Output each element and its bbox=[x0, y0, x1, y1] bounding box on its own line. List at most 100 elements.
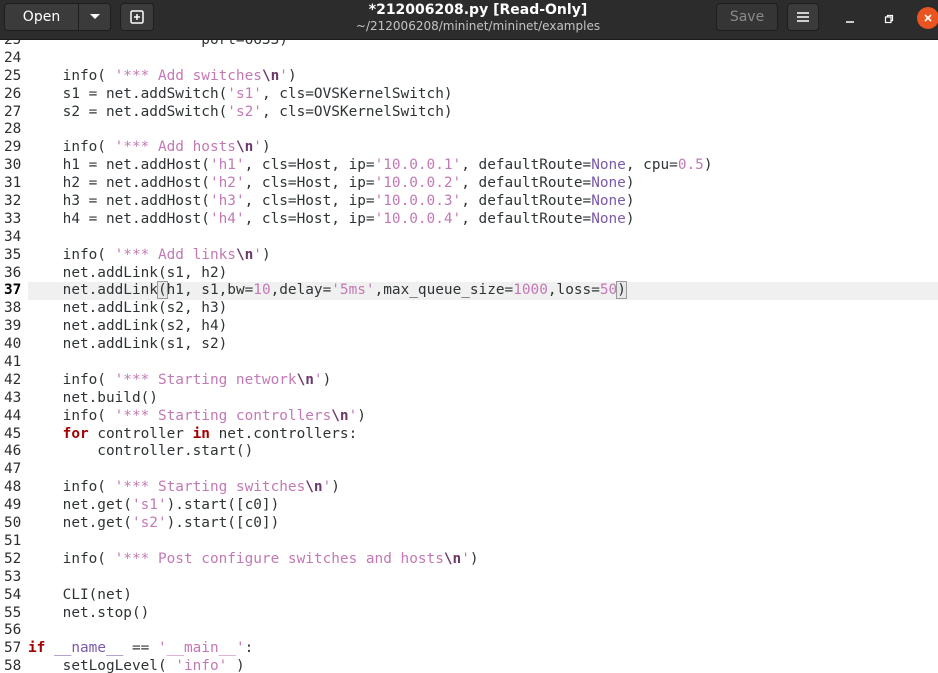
code-line[interactable]: s1 = net.addSwitch('s1', cls=OVSKernelSw… bbox=[28, 86, 938, 104]
code-token: ).start([c0]) bbox=[166, 515, 280, 532]
code-line[interactable]: net.get('s1').start([c0]) bbox=[28, 497, 938, 515]
line-number: 44 bbox=[4, 407, 22, 424]
code-line[interactable]: info( '*** Add links\n') bbox=[28, 247, 938, 265]
code-token: ' bbox=[348, 407, 358, 424]
line-number: 58 bbox=[4, 658, 22, 673]
code-line[interactable] bbox=[28, 461, 938, 479]
code-line[interactable]: net.stop() bbox=[28, 605, 938, 623]
new-tab-icon bbox=[130, 10, 144, 24]
code-line[interactable] bbox=[28, 50, 938, 68]
line-number: 30 bbox=[4, 157, 22, 174]
code-line[interactable]: info( '*** Post configure switches and h… bbox=[28, 551, 938, 569]
code-line[interactable]: net.addLink(s2, h4) bbox=[28, 318, 938, 336]
code-line[interactable]: h4 = net.addHost('h4', cls=Host, ip='10.… bbox=[28, 211, 938, 229]
code-token: '10.0.0.2' bbox=[374, 175, 462, 192]
chevron-down-icon bbox=[89, 14, 100, 19]
code-line[interactable]: controller.start() bbox=[28, 443, 938, 461]
code-token: in bbox=[192, 425, 210, 442]
code-token: h4 = net.addHost( bbox=[28, 210, 210, 227]
code-token: CLI(net) bbox=[28, 586, 132, 603]
code-token: if bbox=[28, 640, 46, 657]
code-token: h2 = net.addHost( bbox=[28, 175, 210, 192]
code-token: 'h2' bbox=[209, 175, 245, 192]
code-area[interactable]: port=6633) info( '*** Add switches\n') s… bbox=[28, 40, 938, 673]
code-token: , defaultRoute= bbox=[461, 175, 592, 192]
save-button[interactable]: Save bbox=[716, 3, 778, 31]
code-line[interactable]: net.addLink(s1, h2) bbox=[28, 265, 938, 283]
open-button-label: Open bbox=[22, 9, 61, 25]
code-token: s1 = net.addSwitch( bbox=[28, 85, 228, 102]
line-number: 35 bbox=[4, 246, 22, 263]
line-number: 34 bbox=[4, 228, 22, 245]
code-token: , cls=Host, ip= bbox=[244, 193, 375, 210]
code-line[interactable]: h2 = net.addHost('h2', cls=Host, ip='10.… bbox=[28, 175, 938, 193]
code-line[interactable]: CLI(net) bbox=[28, 587, 938, 605]
code-editor[interactable]: 25 24 25 26 27 28 29 30 31 32 33 34 35 36 37 38 39 40 41 42… bbox=[0, 40, 938, 673]
line-number: 50 bbox=[4, 515, 22, 532]
code-token: None bbox=[591, 175, 626, 192]
code-token: port=6633) bbox=[28, 40, 288, 48]
code-token: '*** Add switches bbox=[114, 67, 262, 84]
close-button[interactable] bbox=[917, 7, 938, 29]
code-line[interactable] bbox=[28, 121, 938, 139]
code-token: '*** Starting network bbox=[114, 371, 297, 388]
code-token: ) bbox=[331, 479, 340, 496]
code-token: ' bbox=[253, 246, 262, 263]
new-tab-button[interactable] bbox=[120, 3, 154, 31]
code-token: 'h4' bbox=[209, 210, 245, 227]
code-token: None bbox=[591, 210, 626, 227]
code-token: \n bbox=[331, 407, 349, 424]
code-token: info( bbox=[28, 67, 115, 84]
header-bar: Open *212006208.py [Read-Only] ~/2120062… bbox=[0, 0, 938, 40]
code-token: net.addLink bbox=[28, 282, 158, 299]
code-line[interactable]: net.get('s2').start([c0]) bbox=[28, 515, 938, 533]
code-token: ) bbox=[703, 157, 713, 174]
code-line[interactable]: port=6633) bbox=[28, 40, 938, 50]
code-token: net.build() bbox=[28, 389, 158, 406]
code-token: 0.5 bbox=[677, 157, 704, 174]
code-token: for bbox=[62, 425, 89, 442]
main-menu-button[interactable] bbox=[787, 3, 819, 31]
code-line[interactable]: net.build() bbox=[28, 390, 938, 408]
code-token: == bbox=[123, 640, 158, 657]
code-token: info( bbox=[28, 246, 115, 263]
code-token: '10.0.0.4' bbox=[374, 210, 462, 227]
code-token: , cls=OVSKernelSwitch) bbox=[261, 103, 453, 120]
window-title-area: *212006208.py [Read-Only] ~/212006208/mi… bbox=[300, 0, 656, 34]
code-token: ,loss= bbox=[547, 282, 600, 299]
code-token: ,delay= bbox=[270, 282, 332, 299]
code-line[interactable] bbox=[28, 569, 938, 587]
hamburger-menu-icon bbox=[797, 12, 809, 22]
code-line[interactable] bbox=[28, 622, 938, 640]
code-line[interactable] bbox=[28, 354, 938, 372]
code-line[interactable]: h3 = net.addHost('h3', cls=Host, ip='10.… bbox=[28, 193, 938, 211]
code-line[interactable]: info( '*** Add switches\n') bbox=[28, 68, 938, 86]
code-line[interactable]: info( '*** Add hosts\n') bbox=[28, 139, 938, 157]
line-number: 48 bbox=[4, 479, 22, 496]
open-menu-button[interactable] bbox=[79, 3, 111, 31]
code-line[interactable]: for controller in net.controllers: bbox=[28, 426, 938, 444]
code-line[interactable] bbox=[28, 533, 938, 551]
line-number: 40 bbox=[4, 336, 22, 353]
maximize-button[interactable] bbox=[877, 7, 901, 31]
code-token: ) bbox=[625, 210, 635, 227]
minimize-button[interactable] bbox=[838, 7, 862, 31]
code-line[interactable]: net.addLink(h1, s1,bw=10,delay='5ms',max… bbox=[28, 281, 938, 301]
code-token: ) bbox=[227, 658, 245, 673]
code-token: ) bbox=[625, 175, 635, 192]
code-token: __name__ bbox=[54, 640, 124, 657]
code-line[interactable]: info( '*** Starting controllers\n') bbox=[28, 408, 938, 426]
code-line[interactable]: info( '*** Starting switches\n') bbox=[28, 479, 938, 497]
code-line[interactable]: setLogLevel( 'info' ) bbox=[28, 658, 938, 673]
code-token: ' bbox=[279, 67, 288, 84]
code-line[interactable]: net.addLink(s1, s2) bbox=[28, 336, 938, 354]
code-line[interactable]: if __name__ == '__main__': bbox=[28, 640, 938, 658]
open-button[interactable]: Open bbox=[4, 3, 79, 31]
code-line[interactable] bbox=[28, 229, 938, 247]
code-line[interactable]: net.addLink(s2, h3) bbox=[28, 300, 938, 318]
code-line[interactable]: info( '*** Starting network\n') bbox=[28, 372, 938, 390]
code-line[interactable]: s2 = net.addSwitch('s2', cls=OVSKernelSw… bbox=[28, 104, 938, 122]
code-token: info( bbox=[28, 371, 115, 388]
code-line[interactable]: h1 = net.addHost('h1', cls=Host, ip='10.… bbox=[28, 157, 938, 175]
